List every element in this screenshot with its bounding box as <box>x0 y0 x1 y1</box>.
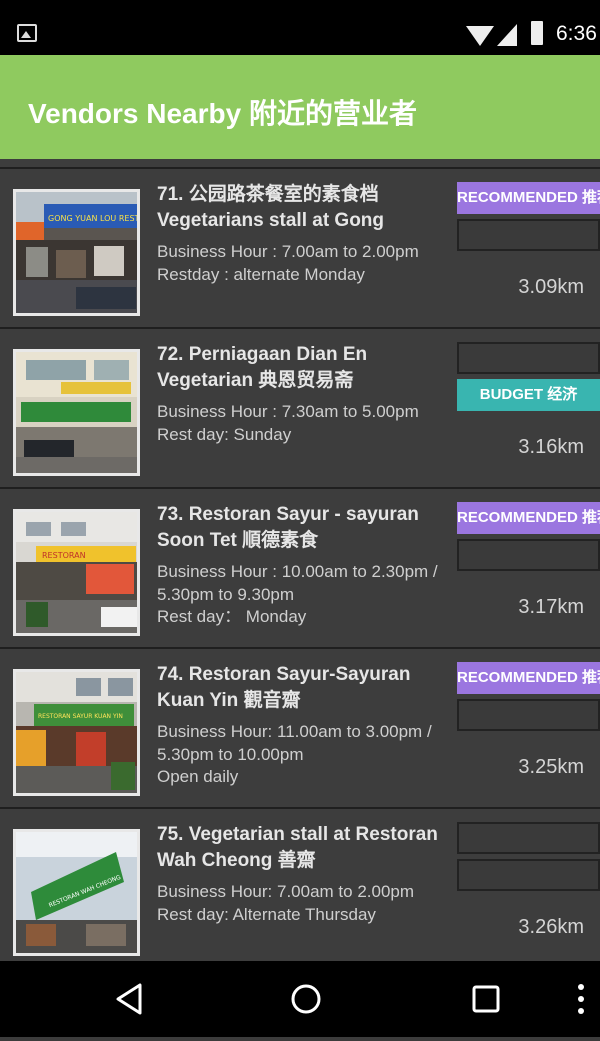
vendor-name: 75. Vegetarian stall at Restoran Wah Che… <box>157 824 438 871</box>
cell-signal-icon <box>497 24 517 46</box>
vendor-hours: Business Hour: 11.00am to 3.00pm / 5.30p… <box>157 722 432 786</box>
tag-empty <box>457 859 600 891</box>
tag-recommended: RECOMMENDED 推荐 <box>457 662 600 694</box>
vendor-name: 71. 公园路茶餐室的素食档 Vegetarians stall at Gong <box>157 184 385 231</box>
vendor-row[interactable]: 72. Perniagaan Dian En Vegetarian 典恩贸易斋 … <box>0 327 600 487</box>
shop-sign-text: RESTORAN <box>42 551 86 560</box>
clock: 6:36 <box>556 22 597 45</box>
vendor-hours: Business Hour : 10.00am to 2.30pm / 5.30… <box>157 562 438 626</box>
vendor-photo: RESTORAN <box>13 509 140 636</box>
vendor-row[interactable]: RESTORAN WAH CHEONG 75. Vegetarian stall… <box>0 807 600 961</box>
more-vert-icon <box>578 984 584 1014</box>
vendor-photo: RESTORAN WAH CHEONG <box>13 829 140 956</box>
vendor-distance: 3.26km <box>518 916 584 938</box>
overflow-menu-button[interactable] <box>566 961 596 1037</box>
tag-empty <box>457 539 600 571</box>
vendor-row[interactable]: RESTORAN 73. Restoran Sayur - sayuran So… <box>0 487 600 647</box>
vendor-photo <box>13 349 140 476</box>
back-icon <box>116 983 142 1015</box>
status-bar: 6:36 <box>0 0 600 55</box>
tag-empty <box>457 699 600 731</box>
vendor-row[interactable]: GONG YUAN LOU REST 71. 公园路茶餐室的素食档 Vegeta… <box>0 167 600 327</box>
shop-sign-text: RESTORAN SAYUR KUAN YIN <box>38 713 123 720</box>
vendor-photo: RESTORAN SAYUR KUAN YIN <box>13 669 140 796</box>
vendor-name: 74. Restoran Sayur-Sayuran Kuan Yin 觀音齋 <box>157 664 411 711</box>
vendor-list[interactable]: GONG YUAN LOU REST 71. 公园路茶餐室的素食档 Vegeta… <box>0 159 600 961</box>
vendor-photo: GONG YUAN LOU REST <box>13 189 140 316</box>
tag-empty <box>457 342 600 374</box>
tag-recommended: RECOMMENDED 推荐 <box>457 502 600 534</box>
shop-sign-text: GONG YUAN LOU REST <box>48 214 137 223</box>
navigation-bar <box>0 961 600 1037</box>
wifi-icon <box>466 26 494 46</box>
vendor-row[interactable]: RESTORAN SAYUR KUAN YIN 74. Restoran Say… <box>0 647 600 807</box>
recents-button[interactable] <box>456 961 516 1037</box>
back-button[interactable] <box>100 961 160 1037</box>
vendor-distance: 3.25km <box>518 756 584 778</box>
image-notification-icon <box>17 24 37 42</box>
app-bar: Vendors Nearby 附近的营业者 <box>0 55 600 159</box>
vendor-distance: 3.09km <box>518 276 584 298</box>
home-button[interactable] <box>276 961 336 1037</box>
tag-recommended: RECOMMENDED 推荐 <box>457 182 600 214</box>
vendor-name: 73. Restoran Sayur - sayuran Soon Tet 順德… <box>157 504 419 551</box>
tag-budget: BUDGET 经济 <box>457 379 600 411</box>
page-title: Vendors Nearby 附近的营业者 <box>28 98 417 129</box>
tag-empty <box>457 219 600 251</box>
vendor-distance: 3.17km <box>518 596 584 618</box>
vendor-hours: Business Hour : 7.30am to 5.00pm Rest da… <box>157 402 419 444</box>
vendor-hours: Business Hour: 7.00am to 2.00pm Rest day… <box>157 882 415 924</box>
vendor-hours: Business Hour : 7.00am to 2.00pm Restday… <box>157 242 419 284</box>
tag-empty <box>457 822 600 854</box>
battery-icon <box>531 21 543 45</box>
home-icon <box>291 984 321 1014</box>
vendor-distance: 3.16km <box>518 436 584 458</box>
vendor-name: 72. Perniagaan Dian En Vegetarian 典恩贸易斋 <box>157 344 368 391</box>
recents-icon <box>472 985 500 1013</box>
